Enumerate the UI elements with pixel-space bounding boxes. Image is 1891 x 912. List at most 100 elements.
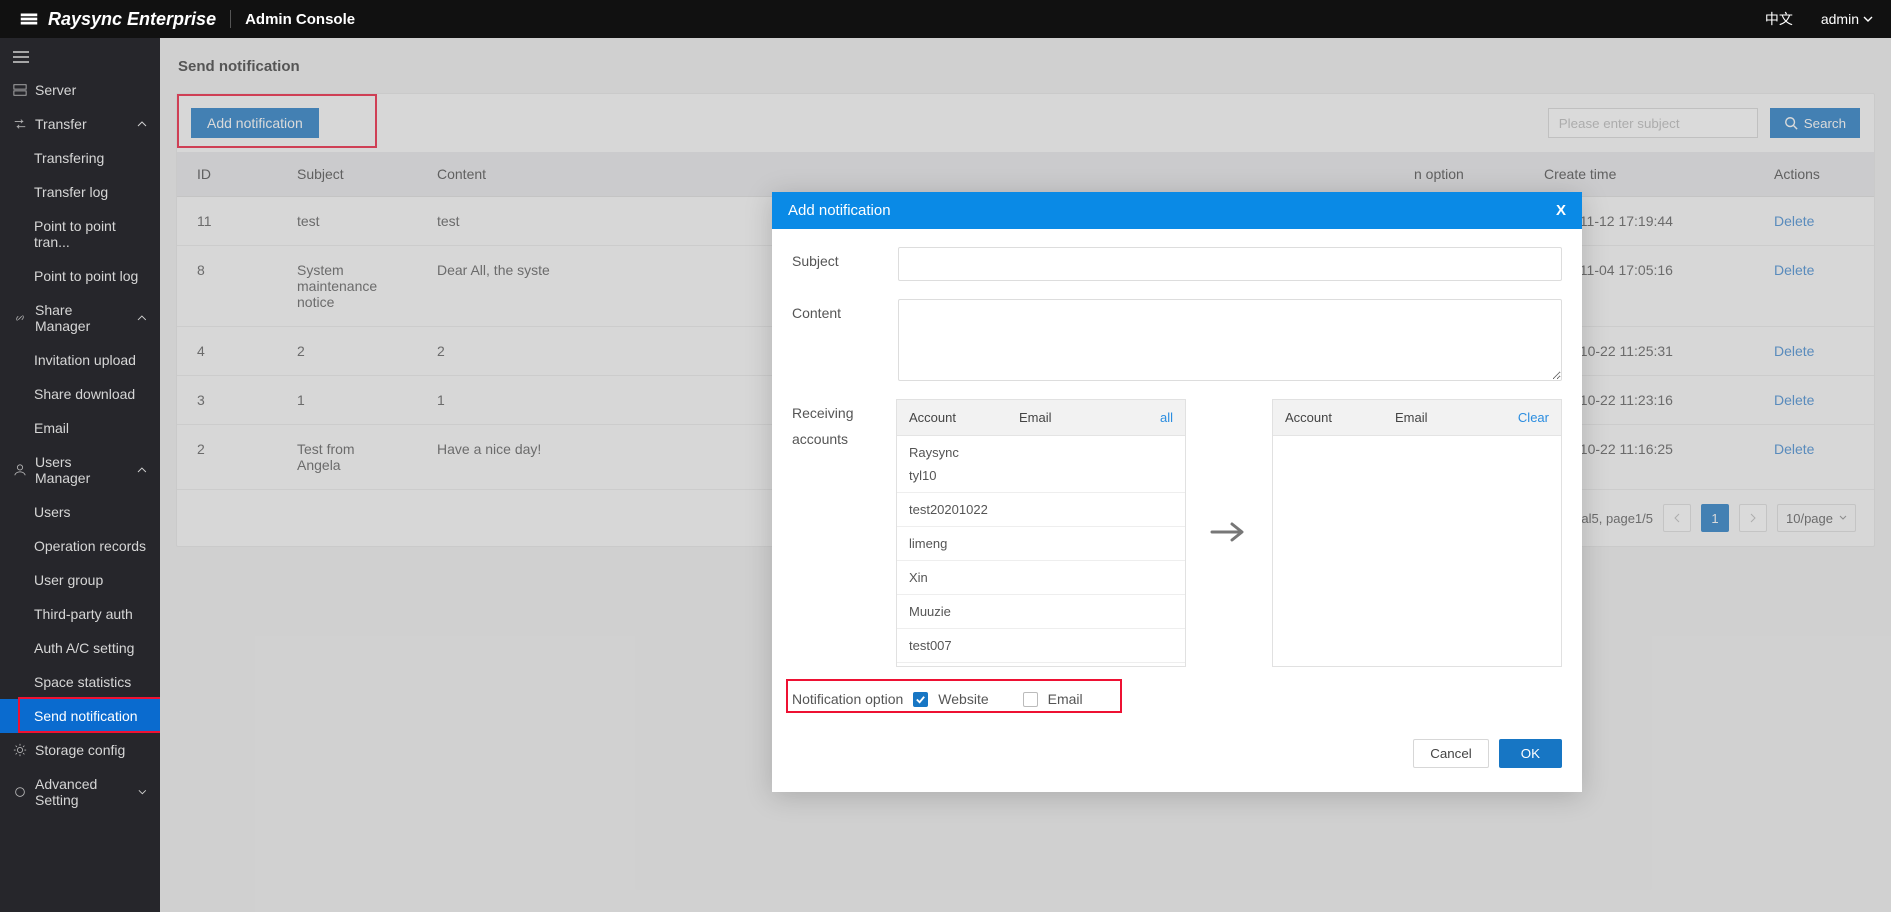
notification-option-row: Notification option Website Email bbox=[792, 685, 1562, 711]
sidebar: Server Transfer Transfering Transfer log… bbox=[0, 38, 160, 912]
notification-option-label: Notification option bbox=[792, 691, 903, 707]
sidebar-label: Share Manager bbox=[35, 302, 129, 334]
subject-label: Subject bbox=[792, 247, 884, 269]
account-item[interactable]: test20201022 bbox=[897, 493, 1185, 527]
sidebar-label: Transfering bbox=[34, 150, 104, 166]
sidebar-label: Transfer log bbox=[34, 184, 108, 200]
email-checkbox[interactable] bbox=[1023, 692, 1038, 707]
sidebar-label: Advanced Setting bbox=[35, 776, 130, 808]
sidebar-item-transfering[interactable]: Transfering bbox=[0, 141, 160, 175]
col-email: Email bbox=[1395, 410, 1428, 425]
select-all-link[interactable]: all bbox=[1160, 410, 1173, 425]
sidebar-item-email[interactable]: Email bbox=[0, 411, 160, 445]
sidebar-label: Point to point tran... bbox=[34, 218, 147, 250]
sidebar-item-server[interactable]: Server bbox=[0, 73, 160, 107]
selected-accounts-list[interactable] bbox=[1273, 436, 1561, 666]
content-textarea[interactable] bbox=[898, 299, 1562, 381]
sidebar-item-advanced[interactable]: Advanced Setting bbox=[0, 767, 160, 817]
arrow-right-icon bbox=[1208, 518, 1250, 546]
col-account: Account bbox=[1285, 410, 1395, 425]
check-icon bbox=[915, 694, 926, 705]
modal-header: Add notification X bbox=[772, 192, 1582, 229]
account-item[interactable]: Raysync bbox=[897, 436, 1185, 464]
available-accounts-header: Account Email all bbox=[897, 400, 1185, 436]
available-accounts-box: Account Email all Raysynctyl10test202010… bbox=[896, 399, 1186, 667]
sidebar-collapse[interactable] bbox=[0, 44, 160, 73]
sidebar-label: Share download bbox=[34, 386, 135, 402]
settings-icon bbox=[13, 785, 27, 799]
ok-button[interactable]: OK bbox=[1499, 739, 1562, 768]
sidebar-item-p2p-log[interactable]: Point to point log bbox=[0, 259, 160, 293]
sidebar-label: Users Manager bbox=[35, 454, 129, 486]
receiving-accounts-label: Receiving accounts bbox=[792, 399, 882, 447]
brand-separator bbox=[230, 10, 231, 28]
chevron-up-icon bbox=[137, 465, 147, 475]
sidebar-label: Operation records bbox=[34, 538, 146, 554]
email-label: Email bbox=[1048, 691, 1083, 707]
sidebar-item-storage[interactable]: Storage config bbox=[0, 733, 160, 767]
link-icon bbox=[13, 311, 27, 325]
user-name: admin bbox=[1821, 11, 1859, 27]
modal-close-button[interactable]: X bbox=[1556, 202, 1566, 219]
accounts-transfer: Account Email all Raysynctyl10test202010… bbox=[896, 399, 1562, 667]
users-icon bbox=[13, 463, 27, 477]
account-item[interactable]: tyl10 bbox=[897, 464, 1185, 493]
account-item[interactable]: Muuzie bbox=[897, 595, 1185, 629]
main-content: Send notification Add notification Searc… bbox=[160, 38, 1891, 912]
sidebar-item-invitation[interactable]: Invitation upload bbox=[0, 343, 160, 377]
modal-footer: Cancel OK bbox=[772, 721, 1582, 792]
sidebar-label: Server bbox=[35, 82, 76, 98]
sidebar-item-auth-ac[interactable]: Auth A/C setting bbox=[0, 631, 160, 665]
sidebar-label: Third-party auth bbox=[34, 606, 133, 622]
sidebar-item-transfer-log[interactable]: Transfer log bbox=[0, 175, 160, 209]
server-icon bbox=[13, 83, 27, 97]
sidebar-item-space-stats[interactable]: Space statistics bbox=[0, 665, 160, 699]
selected-accounts-box: Account Email Clear bbox=[1272, 399, 1562, 667]
brand-logo-icon bbox=[18, 8, 40, 30]
sidebar-label: User group bbox=[34, 572, 103, 588]
sidebar-item-users[interactable]: Users bbox=[0, 495, 160, 529]
sidebar-item-transfer[interactable]: Transfer bbox=[0, 107, 160, 141]
label-line: accounts bbox=[792, 431, 882, 447]
sidebar-item-share[interactable]: Share Manager bbox=[0, 293, 160, 343]
label-line: Receiving bbox=[792, 405, 882, 421]
sidebar-label: Transfer bbox=[35, 116, 87, 132]
modal-body: Subject Content Receiving accounts bbox=[772, 229, 1582, 721]
sidebar-item-p2p-transfer[interactable]: Point to point tran... bbox=[0, 209, 160, 259]
language-switch[interactable]: 中文 bbox=[1765, 9, 1793, 29]
sidebar-label: Users bbox=[34, 504, 71, 520]
col-email: Email bbox=[1019, 410, 1052, 425]
account-item[interactable]: limeng bbox=[897, 527, 1185, 561]
brand-text: Raysync Enterprise bbox=[48, 9, 216, 30]
sidebar-label: Send notification bbox=[34, 708, 138, 724]
account-item[interactable]: Xin bbox=[897, 561, 1185, 595]
website-label: Website bbox=[938, 691, 988, 707]
add-notification-modal: Add notification X Subject Content Recei… bbox=[772, 192, 1582, 792]
chevron-up-icon bbox=[137, 119, 147, 129]
chevron-up-icon bbox=[137, 313, 147, 323]
available-accounts-list[interactable]: Raysynctyl10test20201022limengXinMuuziet… bbox=[897, 436, 1185, 666]
sidebar-label: Invitation upload bbox=[34, 352, 136, 368]
chevron-down-icon bbox=[138, 787, 147, 797]
sidebar-label: Email bbox=[34, 420, 69, 436]
sidebar-label: Auth A/C setting bbox=[34, 640, 134, 656]
sidebar-item-user-group[interactable]: User group bbox=[0, 563, 160, 597]
website-checkbox[interactable] bbox=[913, 692, 928, 707]
account-item[interactable]: test007 bbox=[897, 629, 1185, 663]
sidebar-item-users-manager[interactable]: Users Manager bbox=[0, 445, 160, 495]
sidebar-item-share-download[interactable]: Share download bbox=[0, 377, 160, 411]
clear-link[interactable]: Clear bbox=[1518, 410, 1549, 425]
user-menu[interactable]: admin bbox=[1821, 11, 1873, 27]
app-header: Raysync Enterprise Admin Console 中文 admi… bbox=[0, 0, 1891, 38]
content-label: Content bbox=[792, 299, 884, 321]
sidebar-item-operation-records[interactable]: Operation records bbox=[0, 529, 160, 563]
admin-console-label: Admin Console bbox=[245, 11, 355, 28]
subject-input[interactable] bbox=[898, 247, 1562, 281]
sidebar-item-send-notification[interactable]: Send notification bbox=[0, 699, 160, 733]
cancel-button[interactable]: Cancel bbox=[1413, 739, 1489, 768]
sidebar-item-third-party-auth[interactable]: Third-party auth bbox=[0, 597, 160, 631]
modal-title: Add notification bbox=[788, 202, 891, 219]
col-account: Account bbox=[909, 410, 1019, 425]
selected-accounts-header: Account Email Clear bbox=[1273, 400, 1561, 436]
sidebar-label: Storage config bbox=[35, 742, 125, 758]
